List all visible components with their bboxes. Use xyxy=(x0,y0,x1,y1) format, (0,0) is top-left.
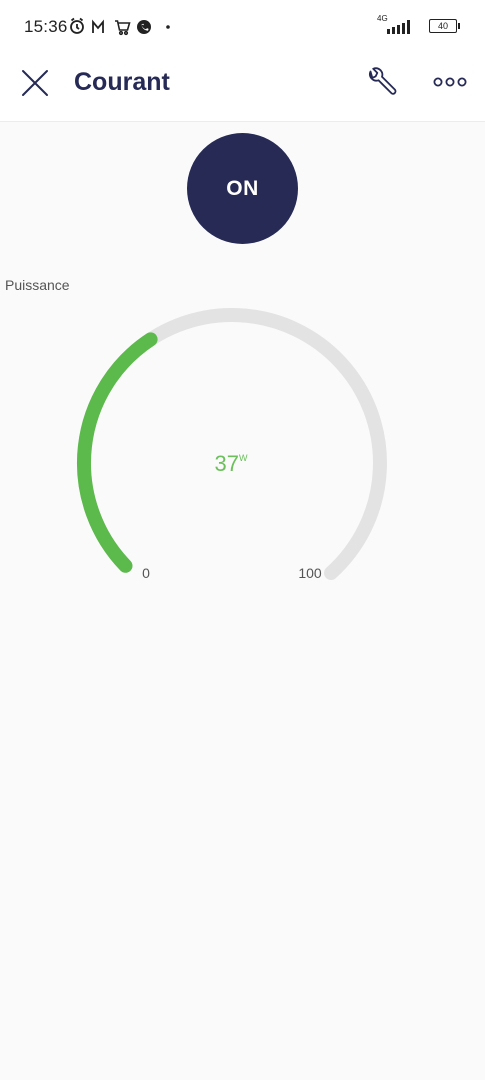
gauge-min-label: 0 xyxy=(142,565,150,581)
power-gauge: 37W 0 100 xyxy=(77,308,387,581)
phone-icon xyxy=(137,20,151,34)
app-bar: Courant xyxy=(0,52,485,122)
close-icon xyxy=(22,70,48,96)
cart-icon xyxy=(115,20,131,36)
power-toggle-button[interactable]: ON xyxy=(187,133,298,244)
battery-icon: 40 xyxy=(429,19,460,33)
signal-icon xyxy=(387,20,410,34)
gauge-fill xyxy=(77,332,158,573)
alarm-icon xyxy=(70,17,84,34)
status-system-icons: 4G 40 xyxy=(377,14,460,38)
gauge-max-label: 100 xyxy=(298,565,322,581)
status-bar: 15:36 4G 40 xyxy=(0,0,485,52)
page-title: Courant xyxy=(74,68,170,96)
mail-icon xyxy=(92,19,104,33)
gauge-unit: W xyxy=(239,453,248,463)
status-notification-icons xyxy=(70,17,170,36)
dot-icon xyxy=(166,25,170,29)
wrench-icon xyxy=(369,67,397,95)
more-options-button[interactable] xyxy=(432,70,468,94)
close-button[interactable] xyxy=(18,66,52,100)
status-time: 15:36 xyxy=(24,17,68,36)
settings-button[interactable] xyxy=(362,63,400,101)
gauge-value: 37 xyxy=(215,451,239,476)
more-icon xyxy=(433,77,467,87)
svg-text:37W: 37W xyxy=(215,451,248,476)
